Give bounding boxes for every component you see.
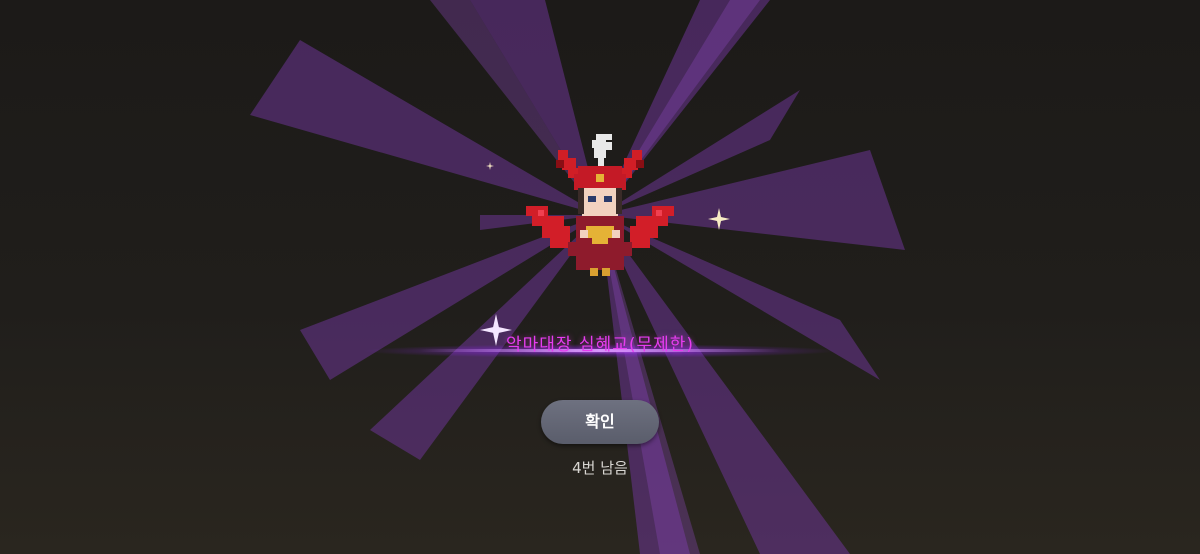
- remaining-count: 4번 남음: [572, 459, 628, 477]
- sparkle-icon: [486, 162, 494, 170]
- reward-reveal-screen: 악마대장 심혜교(무제한) 확인 4번 남음: [0, 0, 1200, 554]
- reward-item-name: 악마대장 심혜교(무제한): [505, 335, 695, 355]
- confirm-button[interactable]: 확인: [541, 400, 659, 444]
- sparkle-icon: [708, 208, 730, 230]
- demon-character-sprite: [526, 134, 674, 276]
